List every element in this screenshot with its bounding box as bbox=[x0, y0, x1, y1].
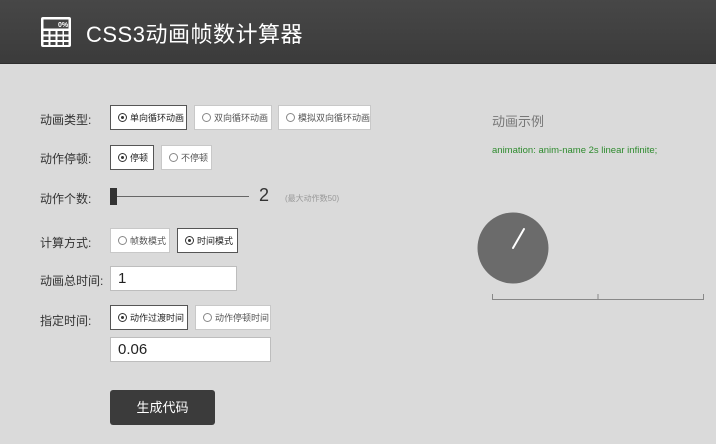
anim-type-option-one-way[interactable]: 单向循环动画 bbox=[110, 105, 187, 130]
pause-option-pause[interactable]: 停顿 bbox=[110, 145, 154, 170]
radio-checked-icon bbox=[185, 236, 194, 245]
anim-type-option-simulated[interactable]: 模拟双向循环动画 bbox=[278, 105, 371, 130]
count-label: 动作个数: bbox=[40, 192, 92, 206]
page-title: CSS3动画帧数计算器 bbox=[86, 22, 303, 47]
demo-title: 动画示例 bbox=[492, 114, 545, 129]
radio-checked-icon bbox=[118, 113, 127, 122]
svg-text:0%: 0% bbox=[58, 22, 69, 29]
specify-option-pause[interactable]: 动作停顿时间 bbox=[195, 305, 271, 330]
pause-option-no-pause[interactable]: 不停顿 bbox=[161, 145, 212, 170]
generate-code-button[interactable]: 生成代码 bbox=[110, 390, 215, 425]
total-time-label: 动画总时间: bbox=[40, 274, 104, 288]
specify-time-label: 指定时间: bbox=[40, 314, 92, 328]
anim-type-label: 动画类型: bbox=[40, 113, 92, 127]
specify-time-input[interactable]: 0.06 bbox=[110, 337, 271, 362]
calc-mode-label: 计算方式: bbox=[40, 236, 92, 250]
count-hint: (最大动作数50) bbox=[285, 194, 340, 203]
radio-unchecked-icon bbox=[169, 153, 178, 162]
specify-option-transition[interactable]: 动作过渡时间 bbox=[110, 305, 188, 330]
total-time-input[interactable]: 1 bbox=[110, 266, 237, 291]
pause-label: 动作停顿: bbox=[40, 152, 92, 166]
demo-timeline-ruler bbox=[492, 294, 704, 300]
demo-code: animation: anim-name 2s linear infinite; bbox=[492, 145, 658, 156]
calc-mode-option-time[interactable]: 时间模式 bbox=[177, 228, 238, 253]
radio-unchecked-icon bbox=[118, 236, 127, 245]
count-slider-track[interactable] bbox=[110, 196, 249, 197]
radio-checked-icon bbox=[118, 313, 127, 322]
anim-type-option-two-way[interactable]: 双向循环动画 bbox=[194, 105, 272, 130]
count-value: 2 bbox=[259, 185, 270, 205]
app-header: 0% CSS3动画帧数计算器 bbox=[0, 0, 716, 64]
radio-unchecked-icon bbox=[203, 313, 212, 322]
calc-mode-option-frames[interactable]: 帧数模式 bbox=[110, 228, 170, 253]
demo-animation-circle bbox=[477, 212, 549, 284]
count-slider-thumb[interactable] bbox=[110, 188, 117, 205]
radio-unchecked-icon bbox=[286, 113, 295, 122]
calculator-icon: 0% bbox=[41, 17, 71, 47]
radio-unchecked-icon bbox=[202, 113, 211, 122]
radio-checked-icon bbox=[118, 153, 127, 162]
